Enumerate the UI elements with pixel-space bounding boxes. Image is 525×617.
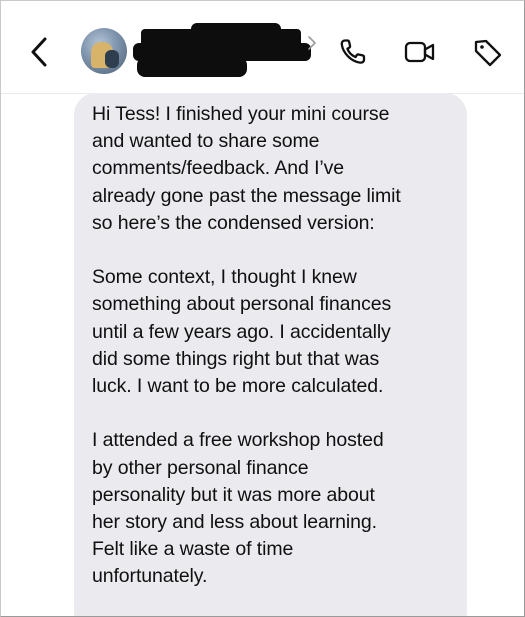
message-paragraph: I attended a free workshop hosted by oth…	[92, 427, 464, 590]
message-line: something about personal finances	[92, 293, 392, 316]
message-line: her story and less about learning.	[92, 511, 377, 534]
avatar-figure-secondary	[105, 50, 119, 68]
message-line: already gone past the message limit	[92, 184, 401, 207]
call-button[interactable]	[337, 37, 371, 67]
message-line: I attended a free workshop hosted	[92, 429, 384, 452]
avatar[interactable]	[81, 28, 127, 74]
redaction-bar	[191, 23, 281, 37]
message-line: Hi Tess! I finished your mini course	[92, 103, 390, 125]
message-line: so here’s the condensed version:	[92, 211, 375, 234]
tag-button[interactable]	[471, 37, 505, 67]
message-line: did some things right but that was	[92, 347, 380, 370]
message-line: luck. I want to be more calculated.	[92, 375, 384, 398]
message-line: unfortunately.	[92, 565, 208, 588]
video-camera-icon	[404, 41, 435, 63]
contact-name-redacted[interactable]	[131, 23, 311, 79]
message-paragraph: Hi Tess! I finished your mini course and…	[92, 101, 464, 237]
screenshot-frame: Hi Tess! I finished your mini course and…	[0, 0, 525, 617]
message-line: Some context, I thought I knew	[92, 266, 357, 289]
message-line: by other personal finance	[92, 456, 309, 479]
message-text: Hi Tess! I finished your mini course and…	[92, 101, 464, 591]
redaction-bar	[137, 57, 247, 77]
message-line: comments/feedback. And I’ve	[92, 157, 345, 180]
conversation-header	[1, 1, 524, 94]
back-button[interactable]	[28, 35, 52, 69]
message-line: until a few years ago. I accidentally	[92, 320, 391, 343]
message-line: personality but it was more about	[92, 483, 375, 506]
chevron-right-icon	[306, 34, 318, 52]
message-line: and wanted to share some	[92, 130, 320, 153]
tag-icon	[474, 39, 502, 67]
message-paragraph: Some context, I thought I knew something…	[92, 264, 464, 400]
video-call-button[interactable]	[403, 37, 437, 67]
chevron-left-icon	[31, 37, 47, 67]
message-line: Felt like a waste of time	[92, 538, 294, 561]
phone-icon	[340, 39, 366, 64]
